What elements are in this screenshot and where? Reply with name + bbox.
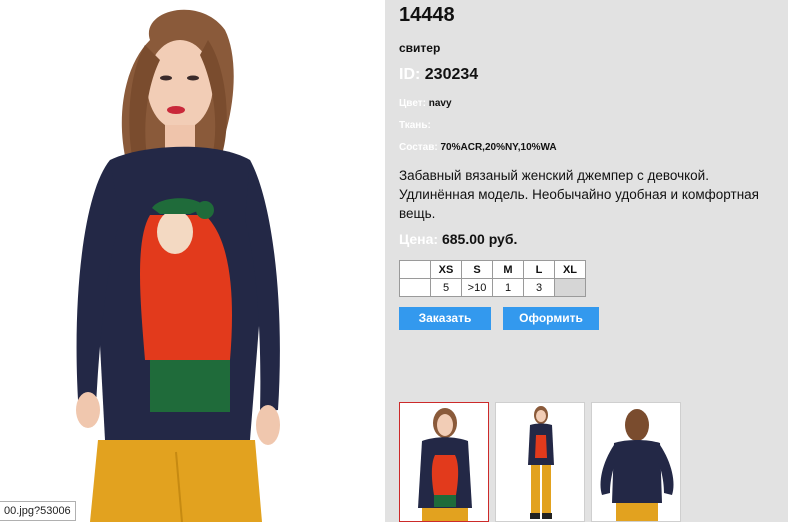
size-stock-cell xyxy=(554,278,586,297)
size-header-cell[interactable]: S xyxy=(461,260,493,279)
size-stock-cell: 1 xyxy=(492,278,524,297)
composition-value: 70%ACR,20%NY,10%WA xyxy=(440,142,557,153)
price-value: 685.00 руб. xyxy=(441,231,518,247)
size-stock-cell: >10 xyxy=(461,278,493,297)
product-info-panel: 14448 свитер ID: 230234 Цвет: navy Ткань… xyxy=(385,0,788,522)
product-article: 14448 xyxy=(399,4,455,26)
product-description: Забавный вязаный женский джемпер с девоч… xyxy=(399,168,759,221)
product-id: ID: 230234 xyxy=(399,66,478,84)
thumbnail-image xyxy=(528,406,554,519)
size-header-row: XS S M L XL xyxy=(399,260,586,279)
thumbnail-image xyxy=(418,408,472,521)
composition-label: Состав: xyxy=(399,142,438,153)
product-id-label: ID: xyxy=(399,66,421,83)
size-header-cell[interactable]: M xyxy=(492,260,524,279)
color-label: Цвет: xyxy=(399,98,426,109)
size-stock-cell: 3 xyxy=(523,278,555,297)
order-button[interactable]: Заказать xyxy=(399,307,491,330)
main-product-photo[interactable]: 00.jpg?53006 xyxy=(0,0,385,522)
product-name: свитер xyxy=(399,41,441,55)
thumbnail-front-full[interactable] xyxy=(495,402,585,522)
size-header-cell[interactable]: XS xyxy=(430,260,462,279)
size-stock-cell: 5 xyxy=(430,278,462,297)
size-header-cell[interactable]: L xyxy=(523,260,555,279)
color-value: navy xyxy=(428,98,452,109)
product-price: Цена: 685.00 руб. xyxy=(399,231,517,247)
product-composition: Состав: 70%ACR,20%NY,10%WA xyxy=(399,142,557,153)
thumbnail-image xyxy=(600,409,674,521)
size-stock-row: 5 >10 1 3 xyxy=(399,278,586,297)
size-header-cell[interactable]: XL xyxy=(554,260,586,279)
thumbnail-front-close[interactable] xyxy=(399,402,489,522)
size-table: XS S M L XL 5 >10 1 3 xyxy=(399,260,586,297)
size-header-cell xyxy=(399,260,431,279)
product-id-value: 230234 xyxy=(424,66,479,83)
product-color: Цвет: navy xyxy=(399,98,452,109)
checkout-button[interactable]: Оформить xyxy=(503,307,599,330)
size-stock-cell xyxy=(399,278,431,297)
status-tooltip: 00.jpg?53006 xyxy=(0,501,76,521)
fabric-label: Ткань: xyxy=(399,120,431,131)
model-illustration xyxy=(76,9,280,522)
price-label: Цена: xyxy=(399,231,439,247)
thumbnail-back[interactable] xyxy=(591,402,681,522)
product-fabric: Ткань: xyxy=(399,120,431,131)
